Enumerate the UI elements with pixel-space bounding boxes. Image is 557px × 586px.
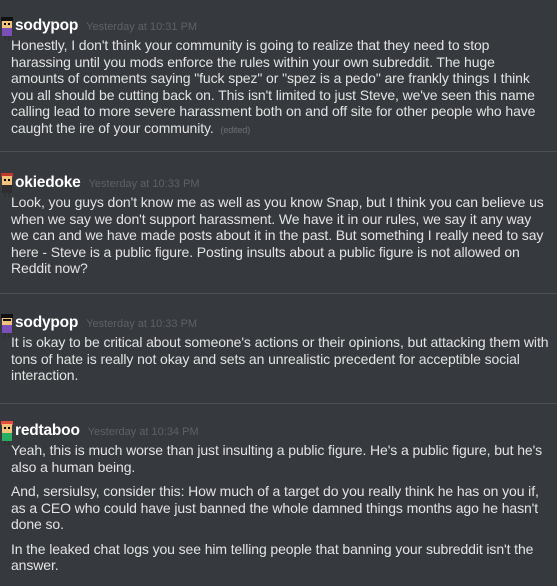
message-content: It is okay to be critical about someone'… — [11, 334, 551, 384]
message-content: Yeah, this is much worse than just insul… — [11, 442, 551, 574]
message-paragraph: Yeah, this is much worse than just insul… — [11, 442, 543, 475]
chat-message: sodypop Yesterday at 10:33 PM It is okay … — [0, 294, 557, 402]
message-author[interactable]: okiedoke — [15, 174, 81, 191]
message-content: Look, you guys don't know me as well as … — [11, 194, 551, 277]
message-author[interactable]: sodypop — [15, 17, 78, 34]
chat-message: okiedoke Yesterday at 10:33 PM Look, you … — [0, 152, 557, 292]
message-author[interactable]: redtaboo — [15, 422, 80, 439]
message-timestamp: Yesterday at 10:33 PM — [88, 178, 200, 190]
message-content: Honestly, I don't think your community i… — [11, 37, 551, 138]
message-timestamp: Yesterday at 10:31 PM — [86, 21, 198, 33]
message-timestamp: Yesterday at 10:33 PM — [86, 318, 198, 330]
chat-log: sodypop Yesterday at 10:31 PM Honestly, I… — [0, 0, 557, 586]
message-paragraph: It is okay to be critical about someone'… — [11, 334, 549, 383]
message-author[interactable]: sodypop — [15, 314, 78, 331]
edited-marker: (edited) — [220, 124, 251, 135]
message-paragraph: Honestly, I don't think your community i… — [11, 37, 536, 136]
message-paragraph: In the leaked chat logs you see him tell… — [11, 540, 534, 574]
message-paragraph: Look, you guys don't know me as well as … — [11, 194, 544, 276]
message-paragraph: And, sersiulsy, consider this: How much … — [11, 483, 539, 532]
chat-message: redtaboo Yesterday at 10:34 PM Yeah, this… — [0, 404, 557, 586]
message-timestamp: Yesterday at 10:34 PM — [87, 426, 199, 438]
chat-message: sodypop Yesterday at 10:31 PM Honestly, I… — [0, 0, 557, 150]
